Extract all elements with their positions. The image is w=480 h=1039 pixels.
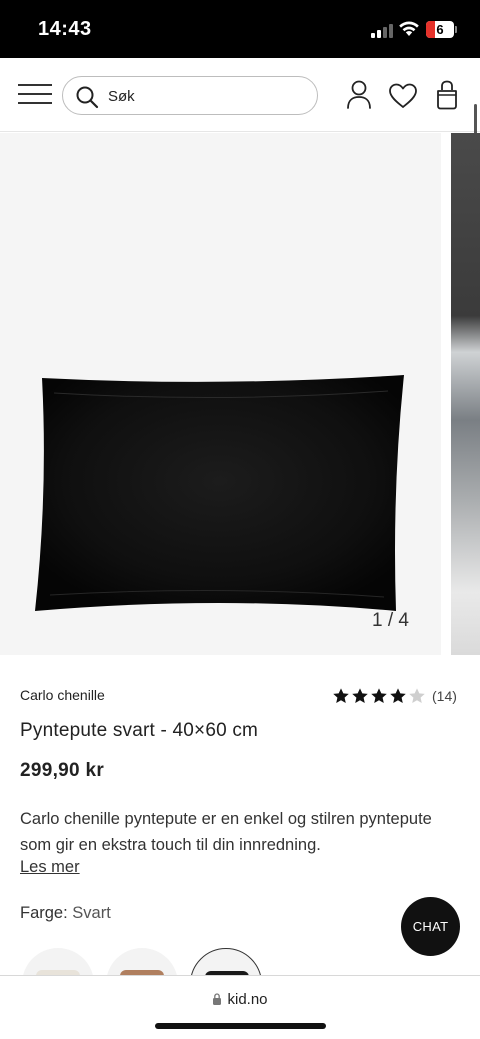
wifi-icon (399, 21, 419, 36)
rating-stars (332, 687, 427, 705)
browser-address-bar[interactable]: kid.no (0, 975, 480, 1039)
battery-icon: 6 (426, 21, 454, 38)
search-icon (76, 86, 99, 109)
shopping-bag-icon[interactable] (435, 80, 459, 110)
color-value: Svart (72, 904, 111, 922)
color-selector-label: Farge: Svart (20, 904, 111, 923)
product-description: Carlo chenille pyntepute er en enkel og … (20, 810, 432, 854)
product-brand[interactable]: Carlo chenille (20, 687, 105, 703)
url-text: kid.no (227, 991, 268, 1008)
search-bar[interactable] (62, 76, 318, 115)
menu-button[interactable] (18, 84, 52, 106)
star-filled-icon (333, 688, 349, 704)
product-rating[interactable]: (14) (332, 687, 457, 705)
wishlist-heart-icon[interactable] (388, 83, 418, 109)
battery-tip (455, 26, 457, 33)
color-label: Farge: (20, 904, 68, 922)
gallery-slide-current[interactable]: 1 / 4 (0, 133, 441, 655)
gallery-slide-counter: 1 / 4 (372, 610, 409, 631)
menu-icon-line (18, 102, 52, 104)
product-image-gallery[interactable]: 1 / 4 (0, 133, 480, 655)
status-bar: 14:43 6 (0, 0, 480, 58)
read-more-link[interactable]: Les mer (20, 858, 80, 877)
home-indicator (155, 1023, 326, 1029)
rating-count: (14) (432, 688, 457, 704)
star-empty-icon (409, 688, 425, 704)
product-image-pillow (35, 375, 404, 611)
battery-level: 6 (436, 22, 444, 37)
site-header (0, 58, 480, 132)
lock-icon (213, 993, 222, 1005)
star-filled-icon (352, 688, 368, 704)
product-title: Pyntepute svart - 40×60 cm (20, 720, 259, 741)
gallery-next-slide-peek[interactable] (451, 133, 480, 655)
url-display[interactable]: kid.no (0, 991, 480, 1008)
account-icon[interactable] (346, 80, 372, 110)
status-time: 14:43 (38, 18, 92, 40)
star-filled-icon (371, 688, 387, 704)
menu-icon-line (18, 93, 52, 95)
star-filled-icon (390, 688, 406, 704)
search-input[interactable] (108, 85, 298, 107)
menu-icon-line (18, 84, 52, 86)
signal-icon (371, 22, 393, 38)
chat-button[interactable]: CHAT (401, 897, 460, 956)
product-price: 299,90 kr (20, 760, 105, 781)
